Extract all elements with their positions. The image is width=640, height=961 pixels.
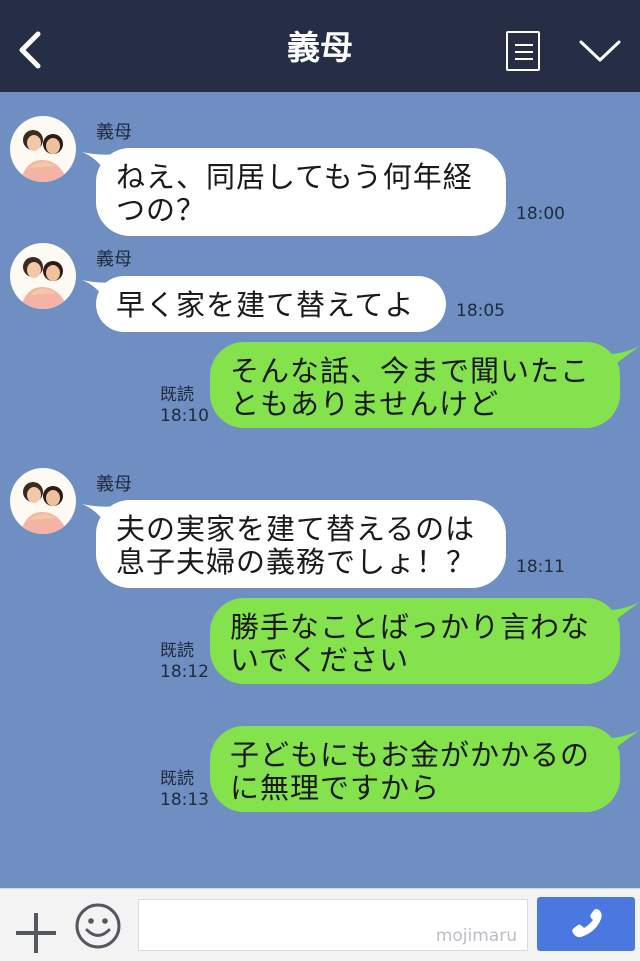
message-line: つの？ bbox=[116, 193, 207, 227]
chat-header: 義母 bbox=[0, 0, 640, 92]
chevron-left-icon[interactable] bbox=[14, 30, 46, 70]
read-status: 既読 18:10 bbox=[160, 385, 209, 427]
message-time: 18:05 bbox=[456, 301, 505, 321]
read-label: 既読 bbox=[160, 769, 194, 789]
avatar[interactable] bbox=[10, 243, 76, 309]
read-label: 既読 bbox=[160, 385, 194, 405]
message-line: 息子夫婦の義務でしょ！？ bbox=[116, 545, 477, 579]
sender-name: 義母 bbox=[96, 122, 132, 143]
message-time: 18:10 bbox=[160, 406, 209, 426]
message-line: 夫の実家を建て替えるのは bbox=[116, 512, 476, 546]
call-button[interactable] bbox=[537, 897, 635, 951]
message-line: いでください bbox=[230, 643, 410, 677]
message-line: ねえ、同居してもう何年経 bbox=[116, 160, 473, 194]
menu-icon[interactable] bbox=[506, 31, 540, 71]
message-bubble[interactable]: ねえ、同居してもう何年経 つの？ bbox=[96, 148, 506, 236]
chat-title: 義母 bbox=[287, 28, 353, 67]
message-time: 18:12 bbox=[160, 662, 209, 682]
message-line: に無理ですから bbox=[230, 771, 441, 805]
message-line: 勝手なことばっかり言わな bbox=[230, 610, 591, 644]
plus-icon[interactable] bbox=[14, 911, 58, 955]
smiley-icon[interactable] bbox=[74, 902, 122, 950]
sender-name: 義母 bbox=[96, 474, 132, 495]
message-line: そんな話、今まで聞いたこ bbox=[230, 354, 591, 388]
message-bubble[interactable]: 早く家を建て替えてよ bbox=[96, 276, 446, 332]
message-bubble[interactable]: 夫の実家を建て替えるのは 息子夫婦の義務でしょ！？ bbox=[96, 500, 506, 588]
read-status: 既読 18:13 bbox=[160, 769, 209, 811]
chevron-down-icon[interactable] bbox=[578, 36, 622, 66]
message-time: 18:00 bbox=[516, 204, 565, 224]
message-list[interactable]: 義母 ねえ、同居してもう何年経 つの？ 18:00 義母 早く家を建て替えてよ … bbox=[0, 92, 640, 888]
avatar[interactable] bbox=[10, 116, 76, 182]
read-label: 既読 bbox=[160, 641, 194, 661]
message-bubble[interactable]: 子どもにもお金がかかるの に無理ですから bbox=[210, 726, 620, 812]
watermark: mojimaru bbox=[435, 926, 517, 946]
message-time: 18:13 bbox=[160, 790, 209, 810]
message-bubble[interactable]: 勝手なことばっかり言わな いでください bbox=[210, 598, 620, 684]
phone-icon bbox=[572, 909, 602, 938]
message-input[interactable]: mojimaru bbox=[138, 899, 528, 951]
message-line: 子どもにもお金がかかるの bbox=[230, 738, 591, 772]
sender-name: 義母 bbox=[96, 249, 132, 270]
message-line: ともありませんけど bbox=[230, 387, 500, 421]
message-time: 18:11 bbox=[516, 557, 565, 577]
avatar[interactable] bbox=[10, 468, 76, 534]
message-bubble[interactable]: そんな話、今まで聞いたこ ともありませんけど bbox=[210, 342, 620, 428]
message-line: 早く家を建て替えてよ bbox=[116, 288, 415, 322]
read-status: 既読 18:12 bbox=[160, 641, 209, 683]
